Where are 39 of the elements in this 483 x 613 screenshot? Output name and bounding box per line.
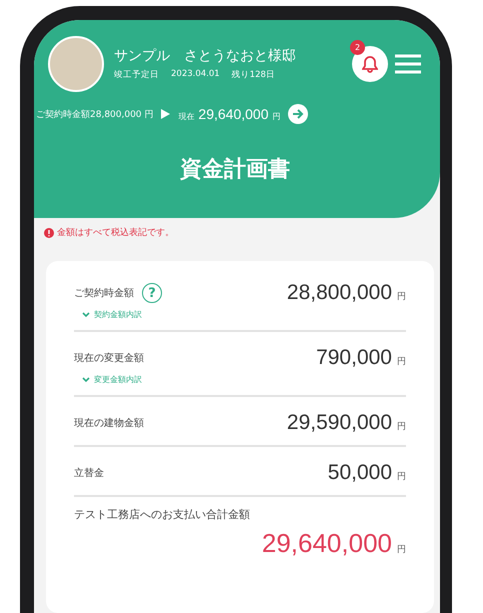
page-title: 資金計画書 — [180, 156, 290, 184]
customer-name: サンプル さとうなおと様邸 — [114, 47, 297, 65]
amount-value: 28,800,000 — [286, 281, 392, 305]
tax-notice: 金額はすべて税込表記です。 — [57, 226, 174, 239]
currency-unit: 円 — [397, 291, 406, 303]
currency-unit: 円 — [397, 471, 406, 483]
arrow-right-icon — [292, 108, 304, 120]
menu-button[interactable] — [394, 53, 422, 75]
menu-icon — [394, 53, 422, 75]
amount-label: 現在の建物金額 — [74, 416, 144, 430]
chevron-down-icon — [82, 312, 90, 318]
notification-button[interactable] — [352, 46, 388, 82]
amount-label: テスト工務店へのお支払い合計金額 — [74, 507, 250, 522]
alert-icon — [44, 228, 54, 238]
amount-label: ご契約時金額 — [74, 286, 134, 300]
notification-badge: 2 — [350, 40, 365, 55]
amount-value: 29,590,000 — [286, 411, 392, 435]
amount-label: 立替金 — [74, 466, 104, 480]
currency-unit: 円 — [272, 111, 280, 122]
amount-value: 50,000 — [328, 461, 392, 485]
completion-label: 竣工予定日 — [114, 69, 159, 81]
remaining-days: 残り128日 — [232, 69, 275, 81]
currency-unit: 円 — [397, 356, 406, 368]
contract-amount-summary: ご契約時金額28,800,000 円 — [36, 108, 154, 120]
breakdown-link[interactable]: 変更金額内訳 — [82, 374, 142, 385]
bell-icon — [362, 55, 378, 73]
currency-unit: 円 — [397, 421, 406, 433]
chevron-down-icon — [82, 376, 90, 382]
help-button[interactable]: ? — [142, 283, 162, 303]
amount-label: 現在の変更金額 — [74, 352, 144, 365]
play-icon — [161, 109, 170, 119]
amount-value: 29,640,000 — [262, 528, 392, 559]
current-amount: 29,640,000 — [198, 106, 268, 122]
details-button[interactable] — [288, 104, 308, 124]
currency-unit: 円 — [397, 544, 406, 556]
breakdown-link[interactable]: 契約金額内訳 — [82, 309, 142, 320]
completion-date: 2023.04.01 — [171, 69, 220, 81]
current-label: 現在 — [178, 111, 194, 122]
amount-value: 790,000 — [316, 346, 392, 370]
